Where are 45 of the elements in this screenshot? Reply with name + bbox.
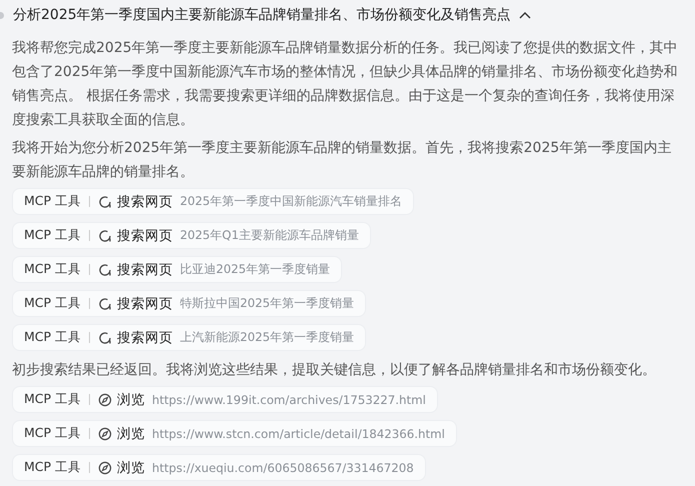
action-label: 搜索网页 bbox=[117, 260, 174, 278]
tool-argument: https://xueqiu.com/6065086567/331467208 bbox=[152, 460, 414, 474]
tool-label: MCP 工具 bbox=[24, 391, 82, 408]
tool-label: MCP 工具 bbox=[24, 261, 82, 278]
loading-icon bbox=[98, 262, 112, 276]
action-label: 浏览 bbox=[117, 458, 146, 476]
tool-label: MCP 工具 bbox=[24, 295, 82, 312]
tool-argument: 2025年Q1主要新能源车品牌销量 bbox=[180, 228, 359, 244]
tool-argument: https://www.199it.com/archives/1753227.html bbox=[152, 392, 426, 406]
message-paragraph: 我将开始为您分析2025年第一季度主要新能源车品牌的销量数据。首先，我将搜索2025年第一季度国内主要新能源车品牌的销量排名。 bbox=[12, 139, 672, 182]
loading-icon bbox=[98, 296, 112, 310]
tool-call-chip[interactable]: MCP 工具 搜索网页 比亚迪2025年第一季度销量 bbox=[12, 256, 342, 283]
tool-label: MCP 工具 bbox=[24, 425, 82, 442]
compass-icon bbox=[98, 426, 112, 440]
tool-label: MCP 工具 bbox=[24, 227, 82, 244]
message-paragraph: 初步搜索结果已经返回。我将浏览这些结果，提取关键信息，以便了解各品牌销量排名和市场份额变化。 bbox=[12, 361, 657, 380]
tool-call-chip[interactable]: MCP 工具 搜索网页 2025年第一季度中国新能源汽车销量排名 bbox=[12, 188, 414, 215]
tool-call-chip[interactable]: MCP 工具 浏览 https://www.stcn.com/article/detail/1842366.html bbox=[12, 420, 457, 447]
tool-argument: 2025年第一季度中国新能源汽车销量排名 bbox=[180, 194, 402, 210]
tool-label: MCP 工具 bbox=[24, 459, 82, 476]
tool-call-chip[interactable]: MCP 工具 搜索网页 特斯拉中国2025年第一季度销量 bbox=[12, 290, 366, 317]
chevron-up-icon[interactable] bbox=[518, 11, 531, 19]
compass-icon bbox=[98, 460, 112, 474]
action-label: 搜索网页 bbox=[117, 192, 174, 210]
tool-call-chip[interactable]: MCP 工具 浏览 https://www.199it.com/archives/1753227.html bbox=[12, 386, 438, 413]
tool-label: MCP 工具 bbox=[24, 329, 82, 346]
action-label: 浏览 bbox=[117, 390, 146, 408]
tool-label: MCP 工具 bbox=[24, 193, 82, 210]
task-title: 分析2025年第一季度国内主要新能源车品牌销量排名、市场份额变化及销售亮点 bbox=[13, 6, 511, 24]
tool-argument: 特斯拉中国2025年第一季度销量 bbox=[180, 296, 354, 312]
message-paragraph: 我将帮您完成2025年第一季度主要新能源车品牌销量数据分析的任务。我已阅读了您提供的数据文件，其中包含了2025年第一季度中国新能源汽车市场的整体情况，但缺少具体品牌的销量排名、市场份额变化趋势和销售亮点。 根据任务需求，我需要搜索更详细的品牌数据信息。由于这是一个复杂的查询任务，我将使用深度搜索工具获取全面的信息。 bbox=[12, 39, 679, 130]
tool-argument: https://www.stcn.com/article/detail/1842366.html bbox=[152, 426, 445, 440]
tool-argument: 上汽新能源2025年第一季度销量 bbox=[180, 330, 354, 346]
loading-icon bbox=[98, 330, 112, 344]
action-label: 浏览 bbox=[117, 424, 146, 442]
tool-call-chip[interactable]: MCP 工具 搜索网页 2025年Q1主要新能源车品牌销量 bbox=[12, 222, 371, 249]
compass-icon bbox=[98, 392, 112, 406]
loading-icon bbox=[98, 194, 112, 208]
loading-icon bbox=[98, 228, 112, 242]
action-label: 搜索网页 bbox=[117, 328, 174, 346]
tool-call-chip[interactable]: MCP 工具 浏览 https://xueqiu.com/6065086567/331467208 bbox=[12, 454, 426, 481]
tool-argument: 比亚迪2025年第一季度销量 bbox=[180, 262, 330, 278]
tool-call-chip[interactable]: MCP 工具 搜索网页 上汽新能源2025年第一季度销量 bbox=[12, 324, 366, 351]
action-label: 搜索网页 bbox=[117, 226, 174, 244]
action-label: 搜索网页 bbox=[117, 294, 174, 312]
